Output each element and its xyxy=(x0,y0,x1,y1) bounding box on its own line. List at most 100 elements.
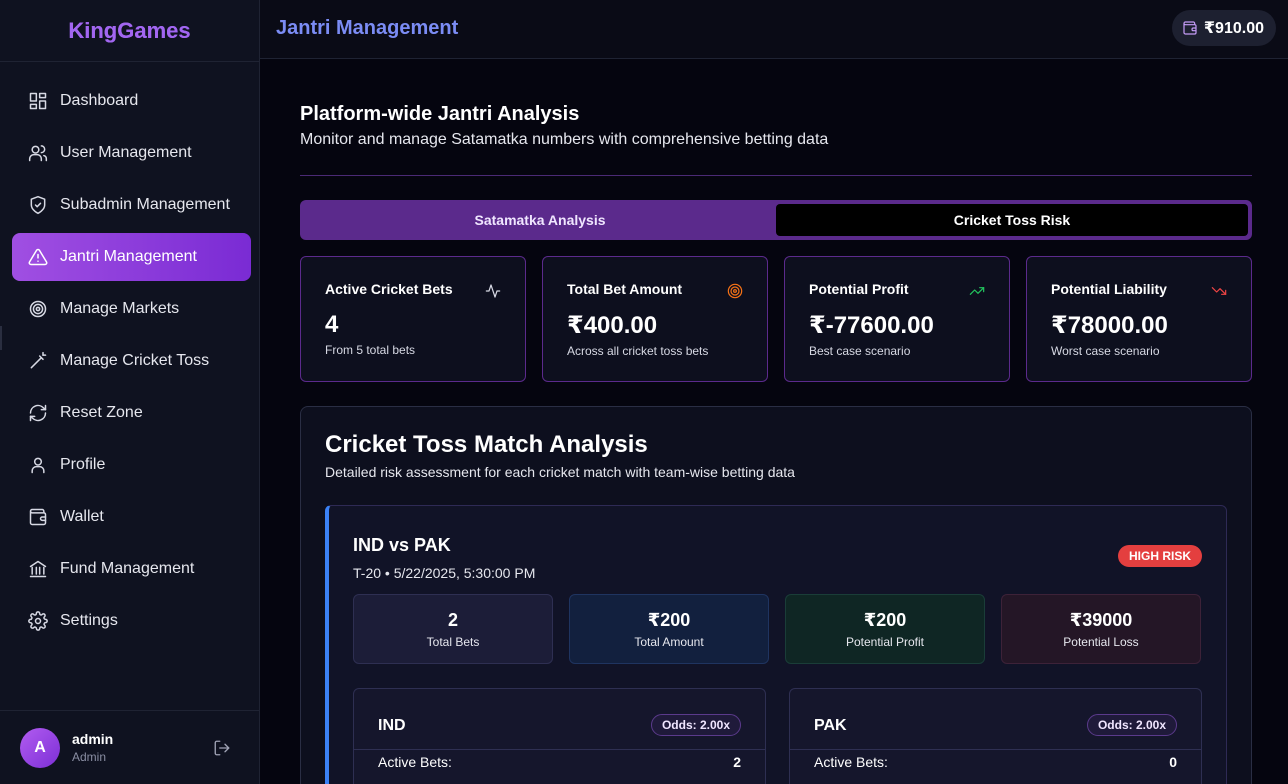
odds-badge: Odds: 2.00x xyxy=(650,714,741,736)
sidebar-item-wallet[interactable]: Wallet xyxy=(12,493,251,541)
activity-icon xyxy=(485,283,501,299)
team-stat-label: Active Bets: xyxy=(378,754,452,770)
user-name: admin xyxy=(72,731,114,747)
team-name: PAK xyxy=(814,717,847,734)
top-bar: Jantri Management ₹910.00 xyxy=(260,0,1288,59)
sidebar-item-profile[interactable]: Profile xyxy=(12,441,251,489)
sidebar-item-manage-markets[interactable]: Manage Markets xyxy=(12,285,251,333)
sidebar-item-label: Reset Zone xyxy=(60,404,143,421)
match-stat-value: ₹200 xyxy=(863,609,907,630)
sidebar-item-dashboard[interactable]: Dashboard xyxy=(12,77,251,125)
match-stat-label: Total Amount xyxy=(634,634,704,649)
sidebar: KingGames Dashboard User Management Suba… xyxy=(0,0,260,784)
main-content: Platform-wide Jantri Analysis Monitor an… xyxy=(260,60,1288,784)
tab-satamatka-analysis[interactable]: Satamatka Analysis xyxy=(304,204,776,236)
sidebar-item-label: Manage Cricket Toss xyxy=(60,352,210,369)
users-icon xyxy=(28,143,48,163)
user-role: Admin xyxy=(72,750,107,764)
team-card-pak: PAK Odds: 2.00x Active Bets: 0 xyxy=(789,688,1202,784)
refresh-icon xyxy=(28,403,48,423)
sidebar-item-fund-management[interactable]: Fund Management xyxy=(12,545,251,593)
stat-card-active-bets: Active Cricket Bets 4 From 5 total bets xyxy=(300,256,526,382)
stat-note: Across all cricket toss bets xyxy=(567,344,709,358)
avatar[interactable]: A xyxy=(20,727,60,768)
team-cards: IND Odds: 2.00x Active Bets: 2 PAK Odds:… xyxy=(353,688,1202,784)
sidebar-item-subadmin-management[interactable]: Subadmin Management xyxy=(12,181,251,229)
shield-icon xyxy=(28,195,48,215)
match-stat-label: Total Bets xyxy=(426,634,480,649)
risk-badge: HIGH RISK xyxy=(1117,545,1202,567)
user-icon xyxy=(28,455,48,475)
trending-down-icon xyxy=(1211,283,1227,299)
match-stats: 2 Total Bets ₹200 Total Amount ₹200 Pote… xyxy=(353,594,1202,664)
stat-label: Potential Profit xyxy=(809,281,909,297)
logout-icon[interactable] xyxy=(213,739,231,757)
match-stat-total-amount: ₹200 Total Amount xyxy=(569,594,769,664)
stat-value: 4 xyxy=(325,311,339,338)
logo[interactable]: KingGames xyxy=(0,0,259,62)
sidebar-item-reset-zone[interactable]: Reset Zone xyxy=(12,389,251,437)
section-subtitle: Monitor and manage Satamatka numbers wit… xyxy=(300,131,829,148)
sidebar-resize-handle[interactable] xyxy=(0,326,2,350)
dashboard-icon xyxy=(28,91,48,111)
match-stat-value: 2 xyxy=(447,609,458,630)
section-title: Platform-wide Jantri Analysis xyxy=(300,103,580,125)
sidebar-item-settings[interactable]: Settings xyxy=(12,597,251,645)
analysis-title: Cricket Toss Match Analysis xyxy=(325,431,648,458)
divider xyxy=(790,749,1201,750)
tab-cricket-toss-risk[interactable]: Cricket Toss Risk xyxy=(776,204,1248,236)
bank-icon xyxy=(28,559,48,579)
odds-badge: Odds: 2.00x xyxy=(1086,714,1177,736)
user-panel: A admin Admin xyxy=(0,710,259,784)
sidebar-item-label: Settings xyxy=(60,612,118,629)
match-title: IND vs PAK xyxy=(353,535,451,555)
divider xyxy=(354,749,765,750)
match-stat-label: Potential Loss xyxy=(1063,634,1139,649)
team-stat-value: 0 xyxy=(1169,754,1177,770)
stat-label: Total Bet Amount xyxy=(567,281,683,297)
wallet-balance-button[interactable]: ₹910.00 xyxy=(1171,10,1276,46)
warning-icon xyxy=(28,247,48,267)
team-stat-label: Active Bets: xyxy=(814,754,888,770)
stat-note: From 5 total bets xyxy=(325,343,416,357)
target-icon xyxy=(727,283,743,299)
stat-label: Active Cricket Bets xyxy=(325,281,453,297)
sidebar-item-jantri-management[interactable]: Jantri Management xyxy=(12,233,251,281)
team-stat-row: Active Bets: 0 xyxy=(814,754,1177,772)
sidebar-item-label: Manage Markets xyxy=(60,300,180,317)
team-card-ind: IND Odds: 2.00x Active Bets: 2 xyxy=(353,688,766,784)
sidebar-nav: Dashboard User Management Subadmin Manag… xyxy=(12,77,251,649)
match-stat-potential-profit: ₹200 Potential Profit xyxy=(785,594,985,664)
stat-card-potential-profit: Potential Profit ₹-77600.00 Best case sc… xyxy=(784,256,1010,382)
stat-label: Potential Liability xyxy=(1051,281,1167,297)
wallet-balance: ₹910.00 xyxy=(1203,20,1264,37)
match-card: IND vs PAK T-20 • 5/22/2025, 5:30:00 PM … xyxy=(325,505,1227,784)
stat-note: Worst case scenario xyxy=(1051,344,1160,358)
stat-card-total-bet-amount: Total Bet Amount ₹400.00 Across all cric… xyxy=(542,256,768,382)
match-stat-value: ₹39000 xyxy=(1069,609,1133,630)
sidebar-item-label: Jantri Management xyxy=(60,248,197,265)
stat-card-potential-liability: Potential Liability ₹78000.00 Worst case… xyxy=(1026,256,1252,382)
sidebar-item-user-management[interactable]: User Management xyxy=(12,129,251,177)
trending-up-icon xyxy=(969,283,985,299)
analysis-tabs: Satamatka Analysis Cricket Toss Risk xyxy=(300,200,1252,240)
match-stat-potential-loss: ₹39000 Potential Loss xyxy=(1001,594,1201,664)
app-name: KingGames xyxy=(68,17,191,43)
sidebar-item-label: Profile xyxy=(60,456,106,473)
stat-value: ₹78000.00 xyxy=(1051,312,1168,339)
sidebar-item-manage-cricket-toss[interactable]: Manage Cricket Toss xyxy=(12,337,251,385)
cricket-toss-analysis-panel: Cricket Toss Match Analysis Detailed ris… xyxy=(300,406,1252,784)
stat-value: ₹400.00 xyxy=(567,312,658,339)
page-title: Jantri Management xyxy=(276,17,459,39)
gear-icon xyxy=(28,611,48,631)
match-meta: T-20 • 5/22/2025, 5:30:00 PM xyxy=(353,565,536,581)
stat-value: ₹-77600.00 xyxy=(809,312,934,339)
wallet-icon xyxy=(1183,21,1197,35)
match-stat-total-bets: 2 Total Bets xyxy=(353,594,553,664)
team-name: IND xyxy=(378,717,406,734)
sidebar-item-label: Fund Management xyxy=(60,560,195,577)
sidebar-item-label: Subadmin Management xyxy=(60,196,230,213)
wallet-icon xyxy=(28,507,48,527)
user-info: admin Admin xyxy=(72,731,113,764)
target-icon xyxy=(28,299,48,319)
